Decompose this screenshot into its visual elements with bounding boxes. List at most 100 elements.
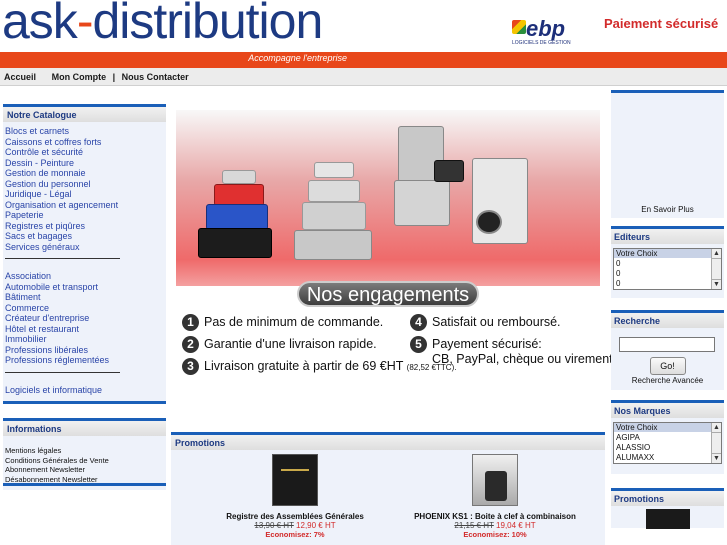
scroll-down-icon[interactable]: ▼	[712, 453, 721, 463]
marques-listbox[interactable]: Votre Choix AGIPA ALASSIO ALUMAXX ▲ ▼	[613, 422, 722, 464]
recherche-title: Recherche	[611, 310, 724, 328]
engagement-text: Payement sécurisé:	[432, 336, 542, 351]
new-price: 19,04 € HT	[496, 521, 536, 530]
catalog-item[interactable]: Organisation et agencement	[5, 200, 164, 211]
catalog-item[interactable]: Professions libérales	[5, 345, 164, 356]
engagement-text: Pas de minimum de commande.	[204, 314, 384, 329]
logo-part-distribution: distribution	[92, 0, 323, 49]
site-logo[interactable]: ask-distribution	[2, 0, 323, 50]
logo-dash: -	[76, 0, 94, 49]
marques-option[interactable]: ALUMAXX	[614, 453, 721, 463]
engagement-5: 5 Payement sécurisé:	[410, 336, 542, 353]
nav-accueil[interactable]: Accueil	[4, 72, 36, 82]
product-name[interactable]: Registre des Assemblées Générales	[195, 512, 395, 521]
catalog-item[interactable]: Bâtiment	[5, 292, 164, 303]
engagement-1: 1 Pas de minimum de commande.	[182, 314, 383, 331]
catalog-title: Notre Catalogue	[3, 104, 166, 122]
cashbox-grey-icon	[308, 180, 360, 202]
catalog-item[interactable]: Immobilier	[5, 334, 164, 345]
key-box-image[interactable]	[472, 454, 518, 506]
left-sidebar: Notre Catalogue Blocs et carnets Caisson…	[3, 104, 166, 490]
catalog-item[interactable]: Professions réglementées	[5, 355, 164, 366]
editeurs-box: Editeurs Votre Choix 0 0 0 ▲ ▼	[611, 226, 724, 298]
old-price: 13,90 € HT	[254, 521, 294, 530]
engagement-2: 2 Garantie d'une livraison rapide.	[182, 336, 377, 353]
catalog-item[interactable]: Blocs et carnets	[5, 126, 164, 137]
catalog-divider	[5, 258, 120, 259]
marques-option[interactable]: AGIPA	[614, 433, 721, 443]
marques-option[interactable]: ALASSIO	[614, 443, 721, 453]
editeurs-scrollbar[interactable]: ▲ ▼	[711, 249, 721, 289]
secure-payment-label: Paiement sécurisé	[604, 16, 719, 31]
right-promotions-title: Promotions	[611, 488, 724, 506]
catalog-item[interactable]: Contrôle et sécurité	[5, 147, 164, 158]
editeurs-option[interactable]: 0	[614, 269, 721, 279]
catalog-item[interactable]: Automobile et transport	[5, 282, 164, 293]
marques-option[interactable]: Votre Choix	[614, 423, 721, 433]
catalog-item[interactable]: Caissons et coffres forts	[5, 137, 164, 148]
page: ask-distribution ebp LOGICIELS DE GESTIO…	[0, 0, 727, 545]
engagement-4: 4 Satisfait ou remboursé.	[410, 314, 561, 331]
ebp-flag-icon	[512, 20, 526, 34]
catalog-list: Blocs et carnets Caissons et coffres for…	[3, 122, 166, 401]
catalog-item[interactable]: Gestion du personnel	[5, 179, 164, 190]
marques-box: Nos Marques Votre Choix AGIPA ALASSIO AL…	[611, 400, 724, 474]
catalog-item[interactable]: Logiciels et informatique	[5, 385, 164, 396]
editeurs-option[interactable]: Votre Choix	[614, 249, 721, 259]
promo-thumbnail-image[interactable]	[645, 509, 690, 529]
informations-title: Informations	[3, 418, 166, 436]
nav-nous-contacter[interactable]: Nous Contacter	[122, 72, 189, 82]
cashbox-black-icon	[198, 228, 272, 258]
nav-mon-compte[interactable]: Mon Compte	[52, 72, 107, 82]
ebp-wordmark: ebp	[526, 16, 566, 41]
en-savoir-plus-link[interactable]: En Savoir Plus	[611, 205, 724, 214]
marques-scrollbar[interactable]: ▲ ▼	[711, 423, 721, 463]
tagline: Accompagne l'entreprise	[248, 53, 347, 63]
engagement-5-line2: CB, PayPal, chèque ou virement.	[432, 352, 617, 366]
editeurs-listbox[interactable]: Votre Choix 0 0 0 ▲ ▼	[613, 248, 722, 290]
scroll-up-icon[interactable]: ▲	[712, 423, 721, 433]
scroll-down-icon[interactable]: ▼	[712, 279, 721, 289]
catalog-item[interactable]: Papeterie	[5, 210, 164, 221]
info-link[interactable]: Abonnement Newsletter	[5, 465, 164, 475]
engagements-banner: Nos engagements	[297, 281, 479, 307]
search-input[interactable]	[619, 337, 715, 352]
engagement-3: 3 Livraison gratuite à partir de 69 €HT (…	[182, 358, 456, 375]
right-sidebar: En Savoir Plus Editeurs Votre Choix 0 0 …	[611, 90, 724, 536]
promo-product[interactable]: PHOENIX KS1 : Boite à clef à combinaison…	[395, 454, 595, 539]
cashbox-grey-icon	[314, 162, 354, 178]
recherche-avancee-link[interactable]: Recherche Avancée	[611, 376, 724, 385]
product-name[interactable]: PHOENIX KS1 : Boite à clef à combinaison	[395, 512, 595, 521]
nav-separator: |	[112, 72, 116, 82]
promo-product[interactable]: Registre des Assemblées Générales 13,90 …	[195, 454, 395, 539]
number-badge: 4	[410, 314, 427, 331]
info-link[interactable]: Mentions légales	[5, 446, 164, 456]
go-button[interactable]: Go!	[649, 357, 686, 375]
cashbox-grey-icon	[294, 230, 372, 260]
catalog-item[interactable]: Créateur d'entreprise	[5, 313, 164, 324]
catalog-item[interactable]: Juridique - Légal	[5, 189, 164, 200]
editeurs-option[interactable]: 0	[614, 259, 721, 269]
catalog-item[interactable]: Sacs et bagages	[5, 231, 164, 242]
info-link[interactable]: Conditions Générales de Vente	[5, 456, 164, 466]
editeurs-option[interactable]: 0	[614, 279, 721, 289]
cashbox-red-icon	[214, 184, 264, 206]
editeurs-title: Editeurs	[611, 226, 724, 244]
header-accent-bar	[0, 52, 727, 68]
informations-footer-bar	[3, 483, 166, 486]
scroll-up-icon[interactable]: ▲	[712, 249, 721, 259]
ebp-partner-logo[interactable]: ebp LOGICIELS DE GESTION	[510, 14, 582, 48]
laptop-icon	[434, 160, 464, 182]
catalog-item[interactable]: Dessin - Peinture	[5, 158, 164, 169]
catalog-item[interactable]: Services généraux	[5, 242, 164, 253]
catalog-item[interactable]: Registres et piqûres	[5, 221, 164, 232]
info-box: En Savoir Plus	[611, 90, 724, 218]
right-promotions-box: Promotions	[611, 488, 724, 529]
register-book-image[interactable]	[272, 454, 318, 506]
cashbox-grey-icon	[302, 202, 366, 230]
promotions-panel: Promotions Registre des Assemblées Génér…	[171, 432, 605, 545]
catalog-item[interactable]: Commerce	[5, 303, 164, 314]
catalog-item[interactable]: Gestion de monnaie	[5, 168, 164, 179]
catalog-item[interactable]: Association	[5, 271, 164, 282]
catalog-item[interactable]: Hôtel et restaurant	[5, 324, 164, 335]
